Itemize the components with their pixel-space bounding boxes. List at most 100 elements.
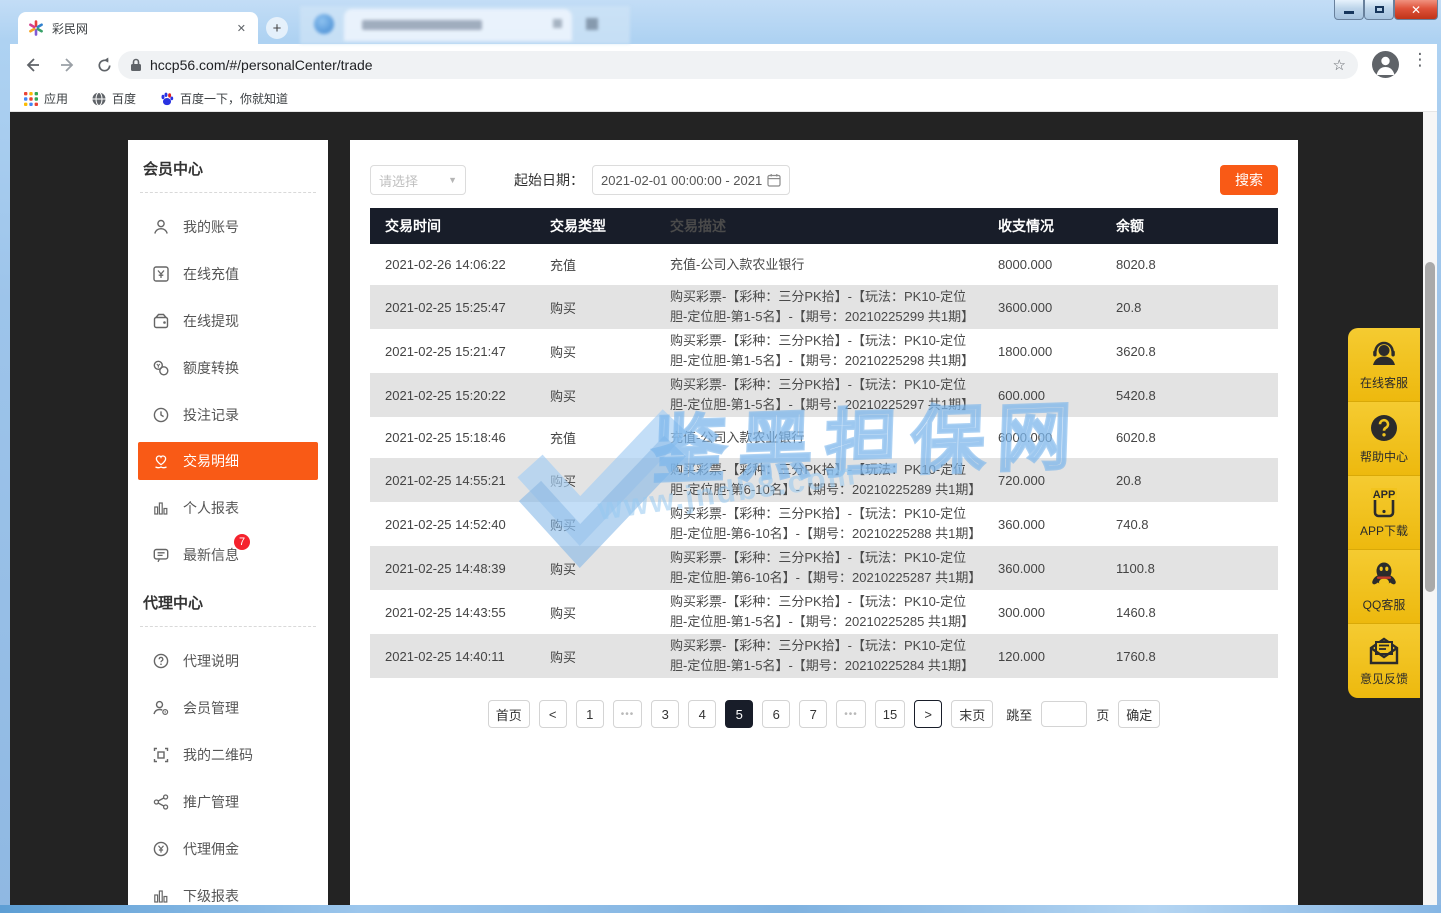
qq-service-button[interactable]: QQ客服	[1348, 550, 1420, 624]
sidebar-item-quota-transfer[interactable]: 额度转换	[128, 344, 328, 391]
cell-time: 2021-02-25 14:40:11	[370, 649, 550, 664]
cell-amount: 8000.000	[998, 257, 1116, 272]
cell-time: 2021-02-25 14:55:21	[370, 473, 550, 488]
cell-balance: 1460.8	[1116, 605, 1278, 620]
pagination-page-6[interactable]: 6	[762, 700, 790, 728]
trade-type-select[interactable]: 请选择 ▼	[370, 165, 466, 195]
cell-type: 充值	[550, 428, 670, 447]
online-service-button[interactable]: 在线客服	[1348, 328, 1420, 402]
feedback-icon	[1367, 636, 1401, 666]
help-center-button[interactable]: 帮助中心	[1348, 402, 1420, 476]
pagination-ellipsis[interactable]: •••	[836, 700, 866, 728]
pagination-page-7[interactable]: 7	[799, 700, 827, 728]
scrollbar-thumb[interactable]	[1425, 262, 1435, 592]
scrollbar[interactable]	[1423, 112, 1437, 905]
pagination-prev[interactable]: <	[539, 700, 567, 728]
feedback-button[interactable]: 意见反馈	[1348, 624, 1420, 698]
forward-icon	[59, 56, 77, 74]
cell-desc: 购买彩票-【彩种：三分PK拾】-【玩法：PK10-定位胆-定位胆-第6-10名】…	[670, 548, 998, 588]
pagination-page-15[interactable]: 15	[875, 700, 905, 728]
date-range-value: 2021-02-01 00:00:00 - 2021	[601, 173, 767, 188]
sidebar-item-agent-guide[interactable]: 代理说明	[128, 637, 328, 684]
cell-type: 购买	[550, 515, 670, 534]
sidebar-item-my-account[interactable]: 我的账号	[128, 203, 328, 250]
sidebar-item-my-qrcode[interactable]: 我的二维码	[128, 731, 328, 778]
cell-balance: 1760.8	[1116, 649, 1278, 664]
bookmark-baidu-search[interactable]: 百度一下，你就知道	[160, 90, 288, 107]
minimize-button[interactable]	[1334, 0, 1364, 20]
sidebar-item-label: 我的账号	[183, 217, 239, 237]
url-text: hccp56.com/#/personalCenter/trade	[150, 57, 1333, 73]
browser-tab[interactable]: 彩民网 ✕	[18, 12, 258, 44]
date-range-input[interactable]: 2021-02-01 00:00:00 - 2021	[592, 165, 790, 195]
bookmark-baidu-search-label: 百度一下，你就知道	[180, 90, 288, 107]
pagination-last[interactable]: 末页	[951, 700, 993, 728]
back-button[interactable]	[18, 51, 46, 79]
cell-balance: 20.8	[1116, 473, 1278, 488]
sidebar-item-recharge[interactable]: 在线充值	[128, 250, 328, 297]
cell-balance: 5420.8	[1116, 388, 1278, 403]
sidebar-item-trade-detail[interactable]: 交易明细	[138, 442, 318, 480]
svg-text:APP: APP	[1373, 489, 1396, 501]
pagination-ellipsis[interactable]: •••	[613, 700, 643, 728]
sidebar-item-latest-news[interactable]: 最新信息 7	[128, 531, 328, 578]
pagination-page-3[interactable]: 3	[651, 700, 679, 728]
pagination-first[interactable]: 首页	[488, 700, 530, 728]
lock-icon	[130, 58, 142, 72]
pagination-page-5-active[interactable]: 5	[725, 700, 753, 728]
jump-page-input[interactable]	[1041, 701, 1087, 727]
browser-menu-icon[interactable]: ⋮	[1410, 50, 1430, 70]
reload-button[interactable]	[90, 51, 118, 79]
sidebar-item-promotion[interactable]: 推广管理	[128, 778, 328, 825]
maximize-button[interactable]	[1364, 0, 1394, 20]
app-download-button[interactable]: APP APP下载	[1348, 476, 1420, 550]
sidebar-section-member-title: 会员中心	[128, 158, 328, 192]
jump-to-label: 跳至	[1006, 705, 1032, 724]
url-bar[interactable]: hccp56.com/#/personalCenter/trade ☆	[118, 51, 1358, 79]
pagination-next[interactable]: >	[914, 700, 942, 728]
table-row: 2021-02-25 15:21:47 购买 购买彩票-【彩种：三分PK拾】-【…	[370, 329, 1278, 373]
sidebar-item-label: 个人报表	[183, 498, 239, 518]
sidebar-item-sub-report[interactable]: 下级报表	[128, 872, 328, 905]
baidu-paw-icon	[160, 92, 174, 106]
background-window-tab-close	[553, 19, 562, 28]
background-window	[300, 6, 630, 44]
pagination-page-4[interactable]: 4	[688, 700, 716, 728]
table-row: 2021-02-25 14:48:39 购买 购买彩票-【彩种：三分PK拾】-【…	[370, 546, 1278, 590]
cell-time: 2021-02-25 15:25:47	[370, 300, 550, 315]
forward-button[interactable]	[54, 51, 82, 79]
new-tab-button[interactable]: +	[266, 17, 288, 39]
float-button-label: 意见反馈	[1360, 670, 1408, 687]
profile-avatar[interactable]	[1372, 51, 1399, 78]
float-button-label: QQ客服	[1363, 596, 1406, 613]
tab-title: 彩民网	[52, 20, 235, 37]
sidebar-item-bet-history[interactable]: 投注记录	[128, 391, 328, 438]
sidebar-item-personal-report[interactable]: 个人报表	[128, 484, 328, 531]
sidebar-item-withdraw[interactable]: 在线提现	[128, 297, 328, 344]
favicon	[28, 20, 44, 36]
tab-close-icon[interactable]: ✕	[235, 20, 248, 37]
help-center-icon	[1368, 412, 1400, 444]
bookmark-baidu-label: 百度	[112, 90, 136, 107]
close-button[interactable]: ✕	[1394, 0, 1438, 20]
jump-confirm-button[interactable]: 确定	[1118, 700, 1160, 728]
pagination-page-1[interactable]: 1	[576, 700, 604, 728]
cell-desc: 购买彩票-【彩种：三分PK拾】-【玩法：PK10-定位胆-定位胆-第1-5名】-…	[670, 375, 998, 415]
search-button[interactable]: 搜索	[1220, 165, 1278, 195]
bookmark-apps[interactable]: 应用	[24, 90, 68, 107]
bookmark-baidu[interactable]: 百度	[92, 90, 136, 107]
sidebar-item-member-manage[interactable]: 会员管理	[128, 684, 328, 731]
bookmarks-bar: 应用 百度 百度一下，你就知道	[10, 86, 1437, 112]
cell-balance: 8020.8	[1116, 257, 1278, 272]
bookmark-star-icon[interactable]: ☆	[1333, 56, 1346, 74]
cell-time: 2021-02-25 14:52:40	[370, 517, 550, 532]
transfer-icon	[152, 359, 170, 377]
cell-time: 2021-02-25 15:18:46	[370, 430, 550, 445]
cell-desc: 购买彩票-【彩种：三分PK拾】-【玩法：PK10-定位胆-定位胆-第1-5名】-…	[670, 287, 998, 327]
personal-report-icon	[152, 499, 170, 517]
qq-service-icon	[1368, 560, 1400, 592]
sidebar-item-agent-commission[interactable]: 代理佣金	[128, 825, 328, 872]
header-trade-desc: 交易描述	[670, 216, 998, 236]
date-range-label: 起始日期：	[514, 170, 584, 190]
trade-detail-panel: 请选择 ▼ 起始日期： 2021-02-01 00:00:00 - 2021 搜…	[350, 140, 1298, 905]
